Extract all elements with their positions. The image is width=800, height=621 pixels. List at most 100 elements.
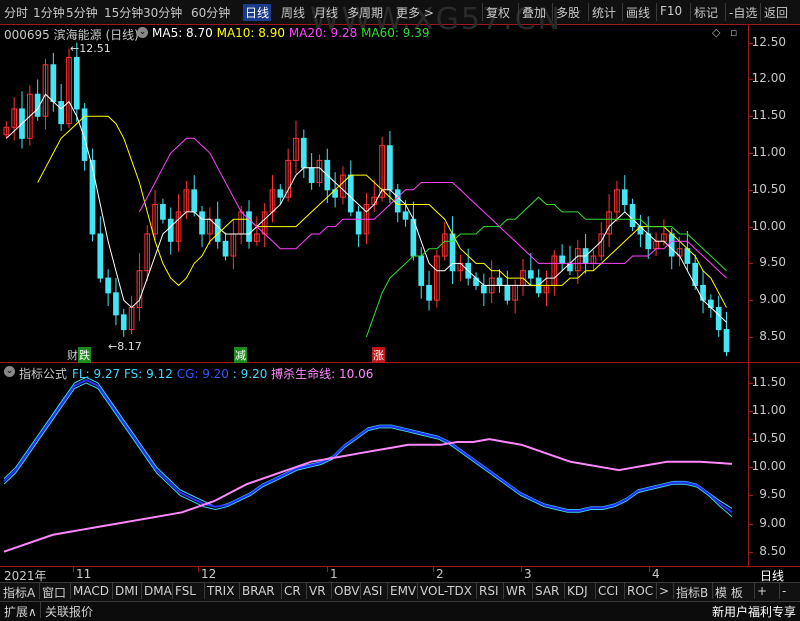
function-tab-3[interactable]: 统计 — [592, 4, 616, 21]
candle — [316, 154, 323, 187]
candle — [473, 272, 479, 290]
candle — [363, 192, 370, 245]
price-tick-mark — [748, 42, 753, 44]
signal-rise-marker[interactable]: 涨 — [372, 347, 385, 363]
function-tab-0[interactable]: 复权 — [486, 4, 510, 21]
toolbar-separator — [482, 3, 483, 21]
indicator-legend-item: : 9.20 — [232, 367, 272, 381]
indicator-tab-10[interactable]: OBV — [334, 584, 360, 598]
function-tab-5[interactable]: F10 — [660, 4, 682, 18]
period-tab-0[interactable]: 分时 — [4, 4, 28, 21]
candle — [97, 216, 104, 283]
candle — [136, 253, 143, 321]
period-tab-4[interactable]: 30分钟 — [143, 4, 182, 21]
indicator-tab-24[interactable]: - — [782, 584, 786, 598]
function-tab-1[interactable]: 叠加 — [522, 4, 546, 21]
date-label: 1 — [330, 567, 338, 581]
indicator-tab-14[interactable]: RSI — [479, 584, 499, 598]
signal-fall-marker[interactable]: 跌 — [78, 347, 91, 363]
date-label: 12 — [201, 567, 217, 581]
signal-reduce-marker[interactable]: 减 — [234, 347, 247, 363]
candle — [261, 203, 268, 248]
candle — [574, 239, 581, 284]
indicator-tab-23[interactable]: + — [757, 584, 767, 598]
candle — [34, 79, 41, 121]
window-toggle-icon[interactable]: ▫ — [730, 26, 737, 39]
period-tab-5[interactable]: 60分钟 — [191, 4, 230, 21]
indicator-chart[interactable] — [0, 363, 748, 566]
function-tab-6[interactable]: 标记 — [694, 4, 718, 21]
function-tab-2[interactable]: 多股 — [556, 4, 580, 21]
diamond-icon[interactable]: ◇ — [712, 26, 720, 39]
new-user-promo[interactable]: 新用户福利专享 — [712, 603, 796, 620]
candle — [222, 232, 229, 261]
price-tick-mark — [748, 116, 753, 118]
candlestick-chart[interactable] — [0, 25, 748, 362]
price-tick-label: 8.50 — [759, 328, 786, 343]
indicator-tab-9[interactable]: VR — [309, 584, 326, 598]
indicator-tick-label: 9.00 — [759, 515, 786, 530]
candle — [481, 273, 487, 307]
function-tab-7[interactable]: -自选 — [729, 4, 757, 21]
date-tick — [198, 567, 199, 572]
price-tick-mark — [748, 336, 753, 338]
candle — [120, 308, 127, 337]
period-tab-6[interactable]: 日线 — [243, 4, 272, 21]
period-tab-1[interactable]: 1分钟 — [33, 4, 65, 21]
indicator-tab-13[interactable]: VOL-TDX — [420, 584, 472, 598]
indicator-tab-22[interactable]: 模 板 — [715, 584, 743, 601]
tab-separator — [564, 583, 565, 599]
price-tick-mark — [748, 263, 753, 265]
period-tab-7[interactable]: 周线 — [281, 4, 305, 21]
indicator-tab-21[interactable]: 指标B — [676, 584, 708, 601]
tab-separator — [387, 583, 388, 599]
candle — [340, 166, 346, 205]
tab-separator — [532, 583, 533, 599]
toolbar-separator — [656, 3, 657, 21]
indicator-tab-2[interactable]: MACD — [73, 584, 109, 598]
candle — [723, 311, 730, 357]
function-tab-4[interactable]: 画线 — [626, 4, 650, 21]
indicator-tab-11[interactable]: ASI — [363, 584, 382, 598]
candle — [653, 232, 659, 257]
price-tick-label: 11.50 — [751, 108, 786, 123]
candle — [113, 278, 119, 326]
indicator-tab-20[interactable]: > — [659, 584, 669, 598]
period-tab-9[interactable]: 多周期 — [347, 4, 383, 21]
indicator-tab-8[interactable]: CR — [284, 584, 301, 598]
indicator-tab-0[interactable]: 指标A — [3, 584, 35, 601]
indicator-tab-7[interactable]: BRAR — [242, 584, 275, 598]
candle — [645, 216, 652, 259]
tab-separator — [239, 583, 240, 599]
indicator-tab-4[interactable]: DMA — [144, 584, 172, 598]
indicator-tab-18[interactable]: CCI — [598, 584, 618, 598]
indicator-tab-3[interactable]: DMI — [115, 584, 138, 598]
candle — [488, 260, 495, 304]
indicator-tab-12[interactable]: EMV — [390, 584, 416, 598]
indicator-chevron-icon[interactable]: ⌄ — [4, 366, 15, 377]
candle — [105, 269, 111, 307]
price-tick-label: 11.00 — [751, 145, 786, 160]
period-tab-2[interactable]: 5分钟 — [66, 4, 98, 21]
indicator-tab-5[interactable]: FSL — [175, 584, 196, 598]
indicator-tab-17[interactable]: KDJ — [567, 584, 588, 598]
function-tab-8[interactable]: 返回 — [764, 4, 788, 21]
chevron-down-icon[interactable]: ⌄ — [137, 27, 148, 38]
period-tab-8[interactable]: 月线 — [314, 4, 338, 21]
indicator-tab-6[interactable]: TRIX — [207, 584, 234, 598]
candle — [81, 103, 88, 171]
toolbar-separator — [552, 3, 553, 21]
candle — [457, 254, 464, 282]
date-tick — [433, 567, 434, 572]
related-quotes-button[interactable]: 关联报价 — [45, 603, 93, 620]
indicator-tab-16[interactable]: SAR — [535, 584, 559, 598]
tab-separator — [503, 583, 504, 599]
indicator-tab-15[interactable]: WR — [506, 584, 526, 598]
price-axis-line — [748, 24, 749, 567]
period-tab-10[interactable]: 更多 > — [396, 4, 434, 21]
period-tab-3[interactable]: 15分钟 — [104, 4, 143, 21]
indicator-tab-19[interactable]: ROC — [627, 584, 653, 598]
expand-button[interactable]: 扩展∧ — [4, 603, 37, 620]
indicator-tab-1[interactable]: 窗口 — [42, 584, 66, 601]
price-tick-mark — [748, 300, 753, 302]
